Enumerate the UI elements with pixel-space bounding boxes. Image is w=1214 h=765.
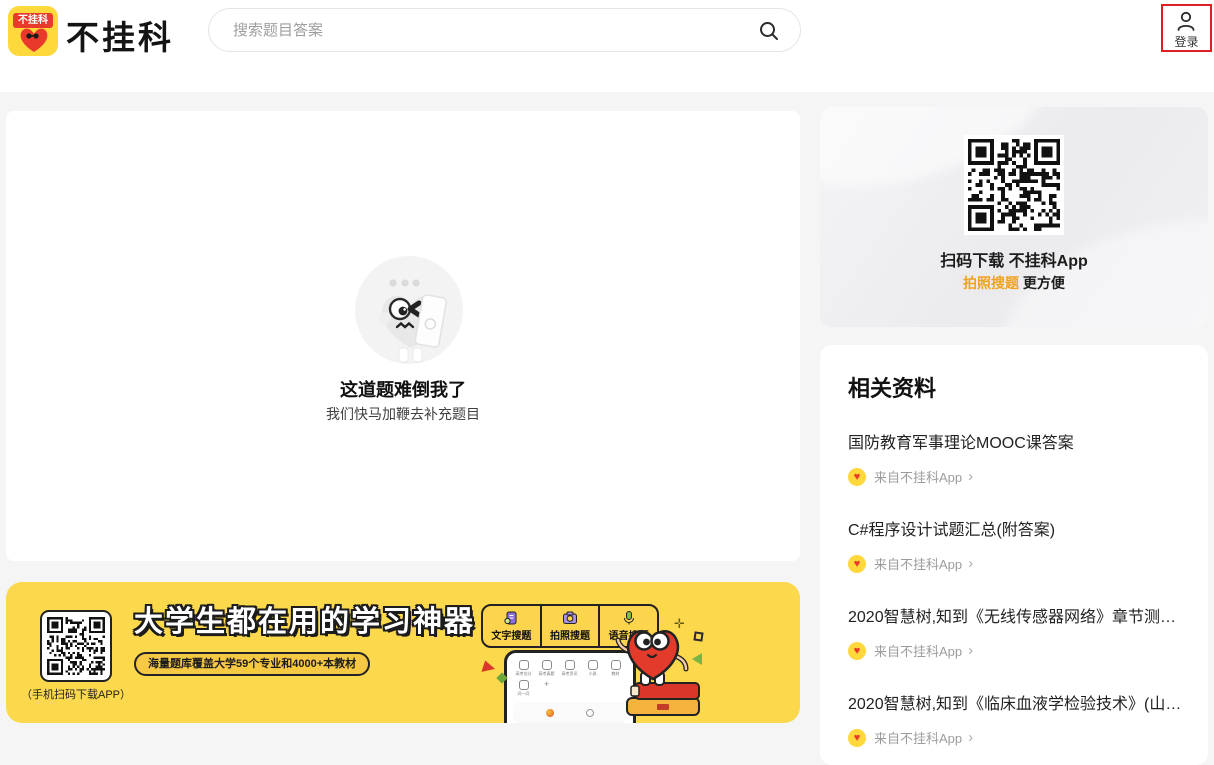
related-item-source[interactable]: ♥ 来自不挂科App › [848,554,1184,573]
camera-icon [562,610,578,626]
banner-title: 大学生都在用的学习神器 [134,598,475,640]
app-logo-icon: ♥ [848,729,866,747]
phone-app-item: + [535,680,558,697]
qr-code-image [47,617,105,675]
sparkle-plus-icon: ✛ [674,616,685,632]
source-label: 来自不挂科App [874,554,962,573]
app-promo-banner[interactable]: （手机扫码下载APP） 大学生都在用的学习神器 海量题库覆盖大学59个专业和40… [6,582,800,723]
brand-heart-icon [17,26,51,54]
feature-text-search: 文字搜题 [483,606,542,646]
empty-state-subtitle: 我们快马加鞭去补充题目 [6,404,800,424]
search-icon[interactable] [758,20,780,42]
phone-app-item: 问一问 [512,680,535,697]
annotation-highlight-box: 登录 [1161,4,1212,52]
related-item[interactable]: 2020智慧树,知到《临床血液学检验技术》(山… ♥ 来自不挂科App › [848,690,1184,747]
related-item-source[interactable]: ♥ 来自不挂科App › [848,467,1184,486]
search-bar [208,8,801,52]
banner-qr-code [40,610,112,682]
user-icon [1174,9,1198,33]
banner-subtitle-pill: 海量题库覆盖大学59个专业和4000+本教材 [134,652,370,676]
empty-state-title: 这道题难倒我了 [6,376,800,402]
sidebar-qr-card: 扫码下载 不挂科App 拍照搜题 更方便 [820,107,1208,327]
related-item[interactable]: 国防教育军事理论MOOC课答案 ♥ 来自不挂科App › [848,429,1184,486]
chevron-right-icon: › [968,642,973,659]
source-label: 来自不挂科App [874,728,962,747]
qr-code-image [968,139,1060,231]
main-content-card: 这道题难倒我了 我们快马加鞭去补充题目 [6,111,800,561]
related-item[interactable]: C#程序设计试题汇总(附答案) ♥ 来自不挂科App › [848,516,1184,573]
red-triangle-icon [481,660,496,675]
phone-app-item: 高考估分 [512,660,535,677]
related-item-title[interactable]: 2020智慧树,知到《临床血液学检验技术》(山… [848,690,1184,714]
feature-label: 文字搜题 [491,627,531,642]
chevron-right-icon: › [968,555,973,572]
qr-card-line2-rest: 更方便 [1019,275,1065,291]
green-triangle-icon [692,653,702,665]
source-label: 来自不挂科App [874,641,962,660]
qr-card-line1: 扫码下载 不挂科App [820,247,1208,271]
login-label: 登录 [1174,33,1198,50]
chevron-right-icon: › [968,729,973,746]
empty-state-mascot [355,256,463,364]
app-logo-icon: ♥ [848,468,866,486]
feature-label: 拍照搜题 [550,627,590,642]
related-item-title[interactable]: 国防教育军事理论MOOC课答案 [848,429,1184,453]
top-header: 不挂科 不挂科 登录 [0,0,1214,92]
source-label: 来自不挂科App [874,467,962,486]
related-item[interactable]: 2020智慧树,知到《无线传感器网络》章节测… ♥ 来自不挂科App › [848,603,1184,660]
qr-card-line2: 拍照搜题 更方便 [820,273,1208,293]
related-materials-card: 相关资料 国防教育军事理论MOOC课答案 ♥ 来自不挂科App › C#程序设计… [820,345,1208,765]
banner-qr-caption: （手机扫码下载APP） [14,686,138,702]
banner-heart-mascot [591,622,706,723]
login-button[interactable]: 登录 [1174,9,1198,50]
sidebar-qr-code [964,135,1064,235]
app-logo-icon: ♥ [848,642,866,660]
brand-wordmark: 不挂科 [66,11,174,59]
related-item-source[interactable]: ♥ 来自不挂科App › [848,641,1184,660]
phone-app-item: 高考真题 [535,660,558,677]
text-search-icon [503,610,519,626]
app-logo-icon: ♥ [848,555,866,573]
related-materials-title: 相关资料 [848,371,936,403]
phone-app-item: 高考资讯 [558,660,581,677]
chevron-right-icon: › [968,468,973,485]
related-item-source[interactable]: ♥ 来自不挂科App › [848,728,1184,747]
brand-logo-icon[interactable]: 不挂科 [8,6,58,56]
related-item-title[interactable]: C#程序设计试题汇总(附答案) [848,516,1184,540]
related-item-title[interactable]: 2020智慧树,知到《无线传感器网络》章节测… [848,603,1184,627]
search-input[interactable] [233,10,743,50]
qr-card-highlight: 拍照搜题 [963,275,1019,291]
square-outline-icon [693,631,703,641]
hot-icon [546,709,554,717]
